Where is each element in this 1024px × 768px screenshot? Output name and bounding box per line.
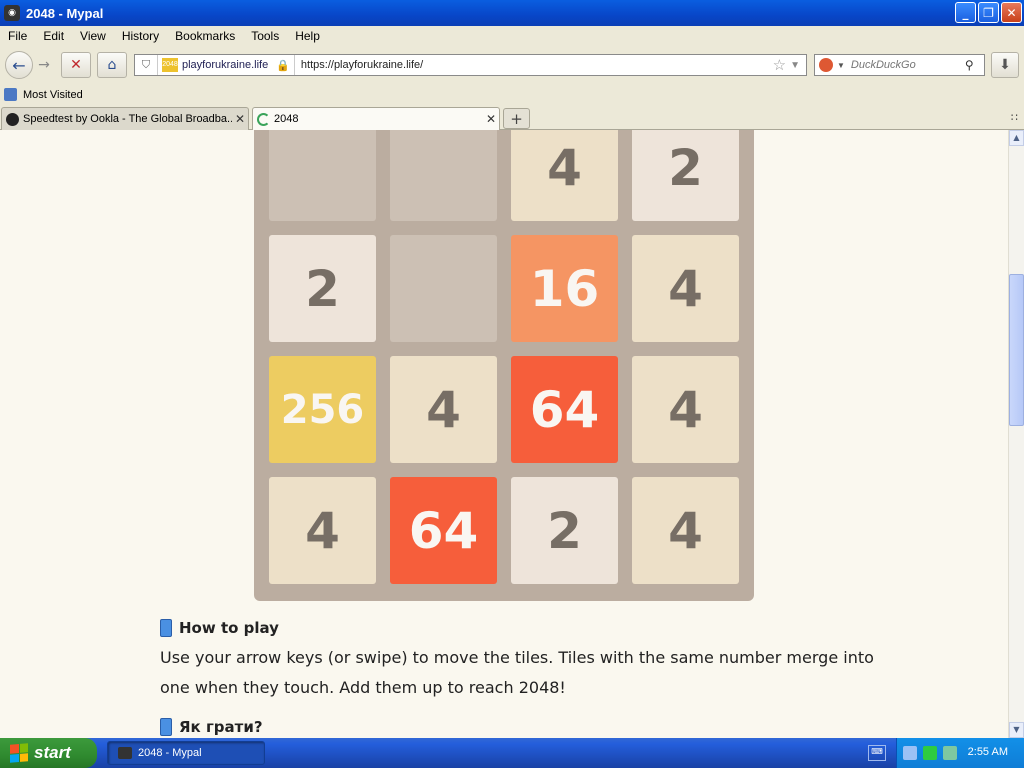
tile-256: 256 (269, 356, 376, 463)
empty-cell (390, 235, 497, 342)
menu-history[interactable]: History (114, 29, 167, 43)
how-to-play-heading: How to play (160, 619, 880, 637)
stop-button[interactable]: ✕ (61, 52, 91, 78)
tab-label: Speedtest by Ookla - The Global Broadba.… (23, 113, 232, 125)
menu-view[interactable]: View (72, 29, 114, 43)
site-identity-label: playforukraine.life (182, 59, 269, 71)
url-dropdown-icon[interactable]: ▼ (790, 60, 800, 71)
mobile-phone-icon (160, 619, 172, 637)
title-bar: ◉ 2048 - Mypal _ ❐ ✕ (0, 0, 1024, 26)
forward-arrow-icon: → (38, 57, 50, 73)
url-text[interactable]: https://playforukraine.life/ (295, 59, 773, 71)
scrollbar-thumb[interactable] (1009, 274, 1024, 426)
search-bar[interactable]: ▼ ⚲ (814, 54, 985, 76)
empty-cell (390, 130, 497, 221)
system-tray: 2:55 AM (896, 738, 1024, 768)
tracking-shield-icon[interactable]: ⛉ (135, 55, 158, 75)
scroll-down-arrow[interactable]: ▼ (1009, 722, 1024, 738)
scroll-up-arrow[interactable]: ▲ (1009, 130, 1024, 146)
search-engine-dropdown-icon[interactable]: ▼ (837, 61, 845, 70)
site-favicon: 2048 (162, 58, 178, 72)
mypal-app-icon (118, 747, 132, 759)
tab-speedtest[interactable]: Speedtest by Ookla - The Global Broadba.… (1, 107, 249, 130)
how-to-play-uk-section: Як грати? (160, 718, 880, 736)
taskbar-window-button[interactable]: 2048 - Mypal (107, 741, 265, 765)
search-icon[interactable]: ⚲ (965, 58, 974, 72)
menu-tools[interactable]: Tools (243, 29, 287, 43)
tab-2048[interactable]: 2048 ✕ (252, 107, 500, 130)
tile-64: 64 (511, 356, 618, 463)
tile-2: 2 (511, 477, 618, 584)
mypal-app-icon: ◉ (4, 5, 20, 21)
tile-16: 16 (511, 235, 618, 342)
stop-x-icon: ✕ (70, 57, 82, 73)
tile-2: 2 (632, 130, 739, 221)
how-to-play-text: Use your arrow keys (or swipe) to move t… (160, 648, 874, 697)
tile-4: 4 (390, 356, 497, 463)
mobile-phone-icon (160, 718, 172, 736)
tile-4: 4 (632, 477, 739, 584)
back-button[interactable]: ← (5, 51, 33, 79)
new-tab-button[interactable]: + (503, 108, 530, 129)
vertical-scrollbar[interactable]: ▲ ▼ (1008, 130, 1024, 738)
duckduckgo-icon[interactable] (819, 58, 833, 72)
start-button[interactable]: start (0, 738, 97, 768)
how-to-play-uk-heading: Як грати? (160, 718, 880, 736)
how-to-play-title: How to play (179, 619, 279, 637)
window-title: 2048 - Mypal (26, 5, 104, 21)
bookmark-star-icon[interactable]: ☆ (773, 56, 786, 74)
close-tab-icon[interactable]: ✕ (232, 112, 248, 126)
windows-logo-icon (10, 743, 28, 763)
forward-button[interactable]: → (33, 52, 55, 78)
how-to-play-uk-title: Як грати? (179, 718, 263, 736)
clock: 2:55 AM (967, 746, 1008, 758)
start-label: start (34, 743, 71, 762)
url-bar[interactable]: ⛉ 2048 playforukraine.life 🔒 https://pla… (134, 54, 807, 76)
menu-help[interactable]: Help (287, 29, 328, 43)
tile-64: 64 (390, 477, 497, 584)
tile-2: 2 (269, 235, 376, 342)
back-arrow-icon: ← (12, 55, 26, 75)
menu-file[interactable]: File (0, 29, 35, 43)
most-visited-bookmark[interactable]: Most Visited (23, 89, 83, 101)
site-identity[interactable]: 2048 playforukraine.life 🔒 (158, 55, 295, 75)
battery-icon[interactable] (923, 746, 937, 760)
keyboard-language-icon[interactable]: ⌨ (868, 745, 886, 761)
lock-icon: 🔒 (276, 59, 290, 72)
empty-cell (269, 130, 376, 221)
tab-label: 2048 (274, 113, 299, 125)
taskbar-window-label: 2048 - Mypal (138, 747, 202, 759)
downloads-button[interactable]: ⬇ (991, 52, 1019, 78)
tile-4: 4 (269, 477, 376, 584)
network-icon[interactable] (903, 746, 917, 760)
safely-remove-hardware-icon[interactable] (943, 746, 957, 760)
window-controls: _ ❐ ✕ (955, 2, 1022, 23)
how-to-play-section: How to play Use your arrow keys (or swip… (160, 619, 880, 703)
tab-strip: Speedtest by Ookla - The Global Broadba.… (0, 105, 1024, 130)
game-board[interactable]: 4 2 2 16 4 256 4 64 4 4 64 2 4 (254, 130, 754, 601)
close-tab-icon[interactable]: ✕ (483, 112, 499, 126)
tile-4: 4 (511, 130, 618, 221)
menu-bar: File Edit View History Bookmarks Tools H… (0, 26, 1024, 46)
download-arrow-icon: ⬇ (999, 57, 1011, 73)
navigation-toolbar: ← → ✕ ⌂ ⛉ 2048 playforukraine.life 🔒 htt… (0, 46, 1024, 84)
taskbar: start 2048 - Mypal ⌨ 2:55 AM (0, 738, 1024, 768)
list-all-tabs-icon[interactable]: ∷ (1011, 111, 1018, 124)
close-window-button[interactable]: ✕ (1001, 2, 1022, 23)
search-input[interactable] (848, 58, 965, 72)
home-button[interactable]: ⌂ (97, 52, 127, 78)
minimize-button[interactable]: _ (955, 2, 976, 23)
loading-spinner-icon (257, 112, 270, 126)
menu-bookmarks[interactable]: Bookmarks (167, 29, 243, 43)
page-content: 4 2 2 16 4 256 4 64 4 4 64 2 4 How to play Use your … (0, 130, 1008, 738)
speedtest-favicon (6, 112, 19, 126)
tile-4: 4 (632, 356, 739, 463)
menu-edit[interactable]: Edit (35, 29, 72, 43)
most-visited-folder-icon (4, 88, 17, 101)
home-icon: ⌂ (107, 57, 117, 73)
tile-4: 4 (632, 235, 739, 342)
bookmarks-toolbar: Most Visited (0, 84, 1024, 105)
maximize-button[interactable]: ❐ (978, 2, 999, 23)
